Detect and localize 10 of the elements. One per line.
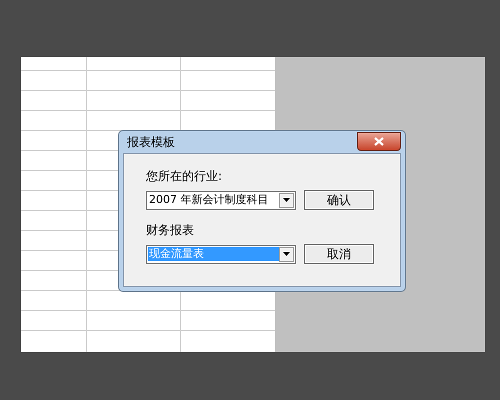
dropdown-value: 现金流量表 [148,247,279,261]
dropdown-value: 2007 年新会计制度科目 [148,193,270,207]
dropdown-field[interactable]: 2007 年新会计制度科目 [146,190,296,210]
cancel-button[interactable]: 取消 [304,244,374,264]
field-label: 财务报表 [146,222,195,238]
field-label: 您所在的行业: [146,168,224,184]
dialog-title: 报表模板 [126,134,175,150]
close-button[interactable] [357,132,401,150]
close-icon [374,136,384,146]
confirm-button[interactable]: 确认 [304,190,374,210]
